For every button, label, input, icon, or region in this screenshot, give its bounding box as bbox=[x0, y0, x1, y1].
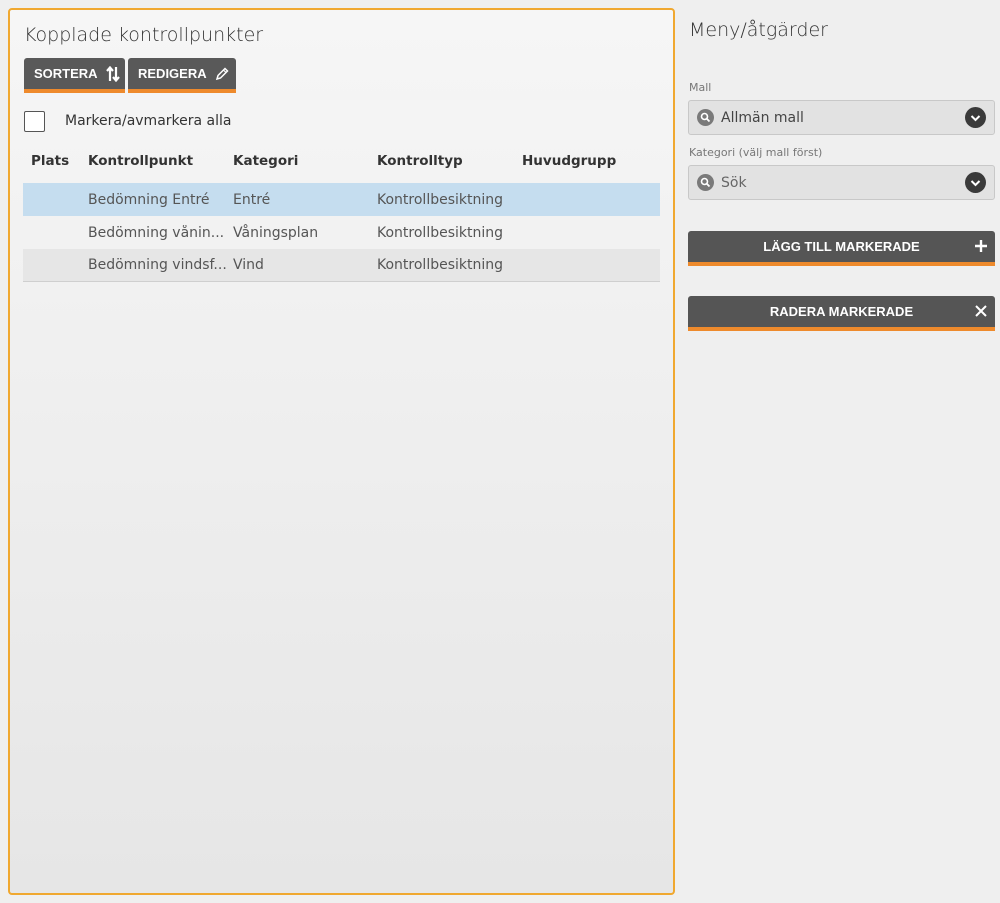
edit-button-label: REDIGERA bbox=[138, 66, 207, 81]
menu-title: Meny/åtgärder bbox=[689, 19, 828, 41]
select-all-row: Markera/avmarkera alla bbox=[24, 110, 231, 132]
add-selected-button[interactable]: LÄGG TILL MARKERADE bbox=[688, 231, 995, 266]
cell-kategori: Entré bbox=[233, 191, 271, 208]
column-header-huvudgrupp[interactable]: Huvudgrupp bbox=[522, 153, 660, 169]
mall-select-value: Allmän mall bbox=[721, 109, 804, 126]
close-icon bbox=[974, 304, 988, 321]
delete-selected-label: RADERA MARKERADE bbox=[769, 304, 914, 319]
mall-label: Mall bbox=[689, 81, 712, 94]
cell-kategori: Vind bbox=[233, 257, 264, 273]
column-header-plats[interactable]: Plats bbox=[23, 153, 88, 169]
pencil-icon bbox=[215, 66, 229, 81]
cell-kontrollpunkt: Bedömning Entré bbox=[88, 191, 210, 208]
column-header-kontrolltyp[interactable]: Kontrolltyp bbox=[377, 153, 522, 169]
table-header: Plats Kontrollpunkt Kategori Kontrolltyp… bbox=[23, 147, 660, 174]
table-row[interactable]: Bedömning Entré Entré Kontrollbesiktning bbox=[23, 183, 660, 216]
mall-select[interactable]: Allmän mall bbox=[688, 100, 995, 135]
sort-button-label: SORTERA bbox=[34, 66, 98, 81]
select-all-checkbox[interactable] bbox=[24, 110, 45, 132]
sort-icon bbox=[105, 65, 120, 82]
cell-kontrolltyp: Kontrollbesiktning bbox=[377, 257, 504, 273]
select-all-label: Markera/avmarkera alla bbox=[65, 113, 232, 129]
cell-kontrolltyp: Kontrollbesiktning bbox=[377, 191, 504, 208]
cell-kontrollpunkt: Bedömning vånin... bbox=[88, 224, 225, 241]
kategori-select[interactable]: Sök bbox=[688, 165, 995, 200]
search-icon bbox=[697, 109, 714, 126]
cell-kontrolltyp: Kontrollbesiktning bbox=[377, 224, 504, 241]
search-icon bbox=[697, 174, 714, 191]
checkpoints-table: Plats Kontrollpunkt Kategori Kontrolltyp… bbox=[23, 147, 660, 282]
edit-button[interactable]: REDIGERA bbox=[128, 58, 236, 93]
sort-button[interactable]: SORTERA bbox=[24, 58, 125, 93]
chevron-down-icon[interactable] bbox=[965, 172, 986, 193]
connected-checkpoints-panel: Kopplade kontrollpunkter SORTERA REDIGER… bbox=[8, 8, 675, 895]
plus-icon bbox=[974, 239, 988, 256]
kategori-label: Kategori (välj mall först) bbox=[689, 146, 823, 159]
panel-title: Kopplade kontrollpunkter bbox=[24, 24, 264, 46]
column-header-kategori[interactable]: Kategori bbox=[232, 153, 377, 169]
add-selected-label: LÄGG TILL MARKERADE bbox=[763, 239, 920, 254]
table-row[interactable]: Bedömning vindsf... Vind Kontrollbesiktn… bbox=[23, 249, 660, 282]
kategori-search-placeholder: Sök bbox=[721, 174, 747, 191]
cell-kontrollpunkt: Bedömning vindsf... bbox=[88, 257, 227, 273]
delete-selected-button[interactable]: RADERA MARKERADE bbox=[688, 296, 995, 331]
cell-kategori: Våningsplan bbox=[233, 224, 319, 241]
table-row[interactable]: Bedömning vånin... Våningsplan Kontrollb… bbox=[23, 216, 660, 249]
column-header-kontrollpunkt[interactable]: Kontrollpunkt bbox=[88, 153, 232, 169]
chevron-down-icon[interactable] bbox=[965, 107, 986, 128]
menu-actions-panel: Meny/åtgärder Mall Allmän mall Kategori … bbox=[688, 0, 1000, 903]
